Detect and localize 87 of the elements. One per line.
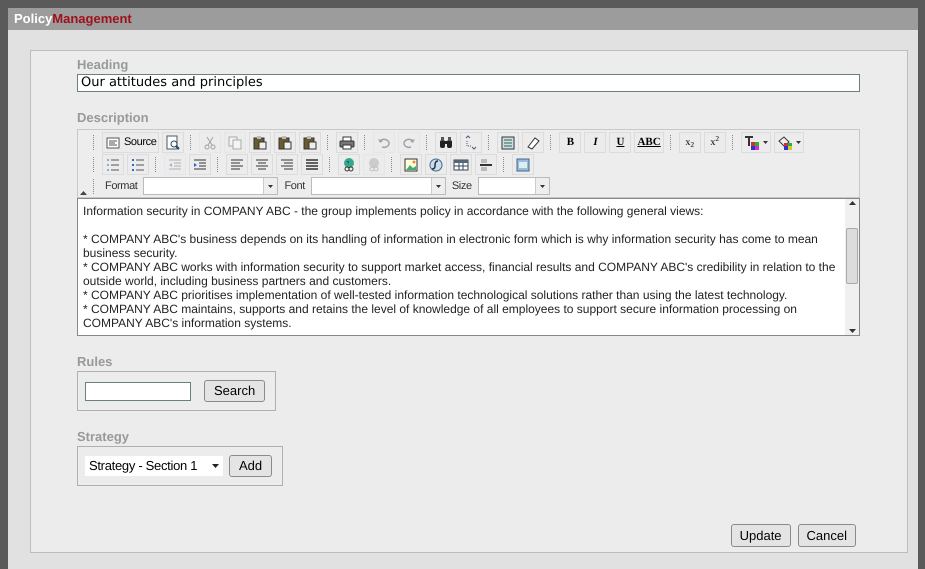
align-justify-button[interactable] <box>301 154 323 175</box>
caret-icon <box>796 141 801 144</box>
horizontal-rule-button[interactable] <box>475 154 497 175</box>
align-right-icon <box>279 156 295 172</box>
clipboard-icon <box>277 134 294 150</box>
replace-icon <box>463 134 480 150</box>
outdent-icon <box>167 156 183 172</box>
window-title: PolicyManagement <box>14 10 132 28</box>
table-button[interactable] <box>450 154 472 175</box>
paint-bucket-icon <box>776 134 793 150</box>
search-button[interactable]: Search <box>204 380 266 402</box>
bold-button[interactable]: B <box>559 132 582 153</box>
editor-text[interactable]: Information security in COMPANY ABC - the group implements policy in accordance with the following general views: * COMPANY ABC's business depends on its handling of information in electronic form which is why information security has come to mean business security. * COMPANY ABC works with information security to support market access, financial results and COMPANY ABC's credibility in relation to the outside world, including business partners and customers. * COMPANY ABC prioritises implementation of well-tested information technological solutions rather than using the latest technology. * COMPANY ABC maintains, supports and retains the level of knowledge of all employees to support secure information processing on COMPANY ABC's information systems. <box>78 199 845 335</box>
frame-icon <box>515 156 531 172</box>
select-all-button[interactable] <box>497 132 520 153</box>
scroll-down-icon[interactable] <box>848 329 856 333</box>
clipboard-button[interactable] <box>299 132 322 153</box>
eraser-icon <box>525 134 542 150</box>
text-color-button[interactable] <box>740 132 771 153</box>
align-left-button[interactable] <box>226 154 248 175</box>
clipboard-button[interactable] <box>274 132 296 153</box>
page-icon <box>105 134 121 150</box>
flash-icon <box>428 156 444 172</box>
globe-link-icon <box>341 156 357 172</box>
italic-button[interactable]: I <box>584 132 606 153</box>
clipboard-icon <box>302 134 318 150</box>
printer-icon <box>339 134 356 150</box>
scissors-icon <box>202 134 218 150</box>
collapse-icon[interactable] <box>80 191 87 195</box>
dropdown-label: Font <box>284 178 305 194</box>
field-label: Description <box>77 109 150 127</box>
text-color-icon <box>744 134 760 150</box>
underline-button[interactable]: U <box>609 132 632 153</box>
binoculars-button[interactable] <box>435 132 458 153</box>
eraser-button[interactable] <box>522 132 544 153</box>
scroll-up-icon[interactable] <box>848 201 856 205</box>
source-button[interactable]: Source <box>102 132 160 153</box>
cancel-button[interactable]: Cancel <box>798 524 856 547</box>
magnifier-page-button[interactable] <box>162 132 184 153</box>
select-all-icon <box>500 134 516 150</box>
flash-button[interactable] <box>425 154 447 175</box>
numbered-list-button[interactable] <box>102 154 124 175</box>
paint-bucket-button[interactable] <box>774 132 804 153</box>
magnifier-page-icon <box>165 134 182 150</box>
globe-link-icon <box>366 156 382 172</box>
align-right-button[interactable] <box>276 154 298 175</box>
replace-button[interactable] <box>460 132 482 153</box>
strategy-dropdown[interactable]: Strategy - Section 1 <box>85 456 223 476</box>
scroll-thumb[interactable] <box>846 228 858 284</box>
caret-icon <box>436 184 441 188</box>
copy-icon <box>227 134 244 150</box>
caret-icon <box>540 184 545 188</box>
caret-icon <box>212 464 219 468</box>
search-field[interactable] <box>85 382 191 400</box>
align-left-icon <box>229 156 245 172</box>
indent-button[interactable] <box>189 154 211 175</box>
field-label: Rules <box>77 353 114 371</box>
clipboard-icon <box>252 134 268 150</box>
dropdown-label: Size <box>452 178 472 194</box>
script-button[interactable]: x$^{2}$ <box>704 132 726 153</box>
bullet-list-button[interactable] <box>127 154 149 175</box>
frame-button[interactable] <box>512 154 534 175</box>
image-icon <box>403 156 419 172</box>
caret-icon <box>268 184 274 188</box>
indent-icon <box>192 156 208 172</box>
add-button[interactable]: Add <box>229 455 272 477</box>
field-label: Heading <box>77 56 130 74</box>
horizontal-rule-icon <box>478 156 494 172</box>
strikethrough-button[interactable]: ABC <box>634 132 664 153</box>
heading-input[interactable]: Our attitudes and principles <box>77 74 860 92</box>
update-button[interactable]: Update <box>730 524 791 547</box>
field-label: Strategy <box>77 428 130 446</box>
align-center-button[interactable] <box>251 154 273 175</box>
bullet-list-icon <box>130 156 146 172</box>
image-button[interactable] <box>400 154 422 175</box>
clipboard-button[interactable] <box>249 132 272 153</box>
align-justify-icon <box>304 156 320 172</box>
align-center-icon <box>254 156 270 172</box>
globe-link-button[interactable] <box>338 154 360 175</box>
numbered-list-icon <box>105 156 121 172</box>
binoculars-icon <box>438 134 454 150</box>
script-button[interactable]: x$_{2}$ <box>678 132 701 153</box>
scrollbar[interactable] <box>845 199 859 335</box>
table-icon <box>453 156 469 172</box>
dropdown-label: Format <box>105 178 138 194</box>
printer-button[interactable] <box>336 132 358 153</box>
caret-icon <box>762 141 768 144</box>
